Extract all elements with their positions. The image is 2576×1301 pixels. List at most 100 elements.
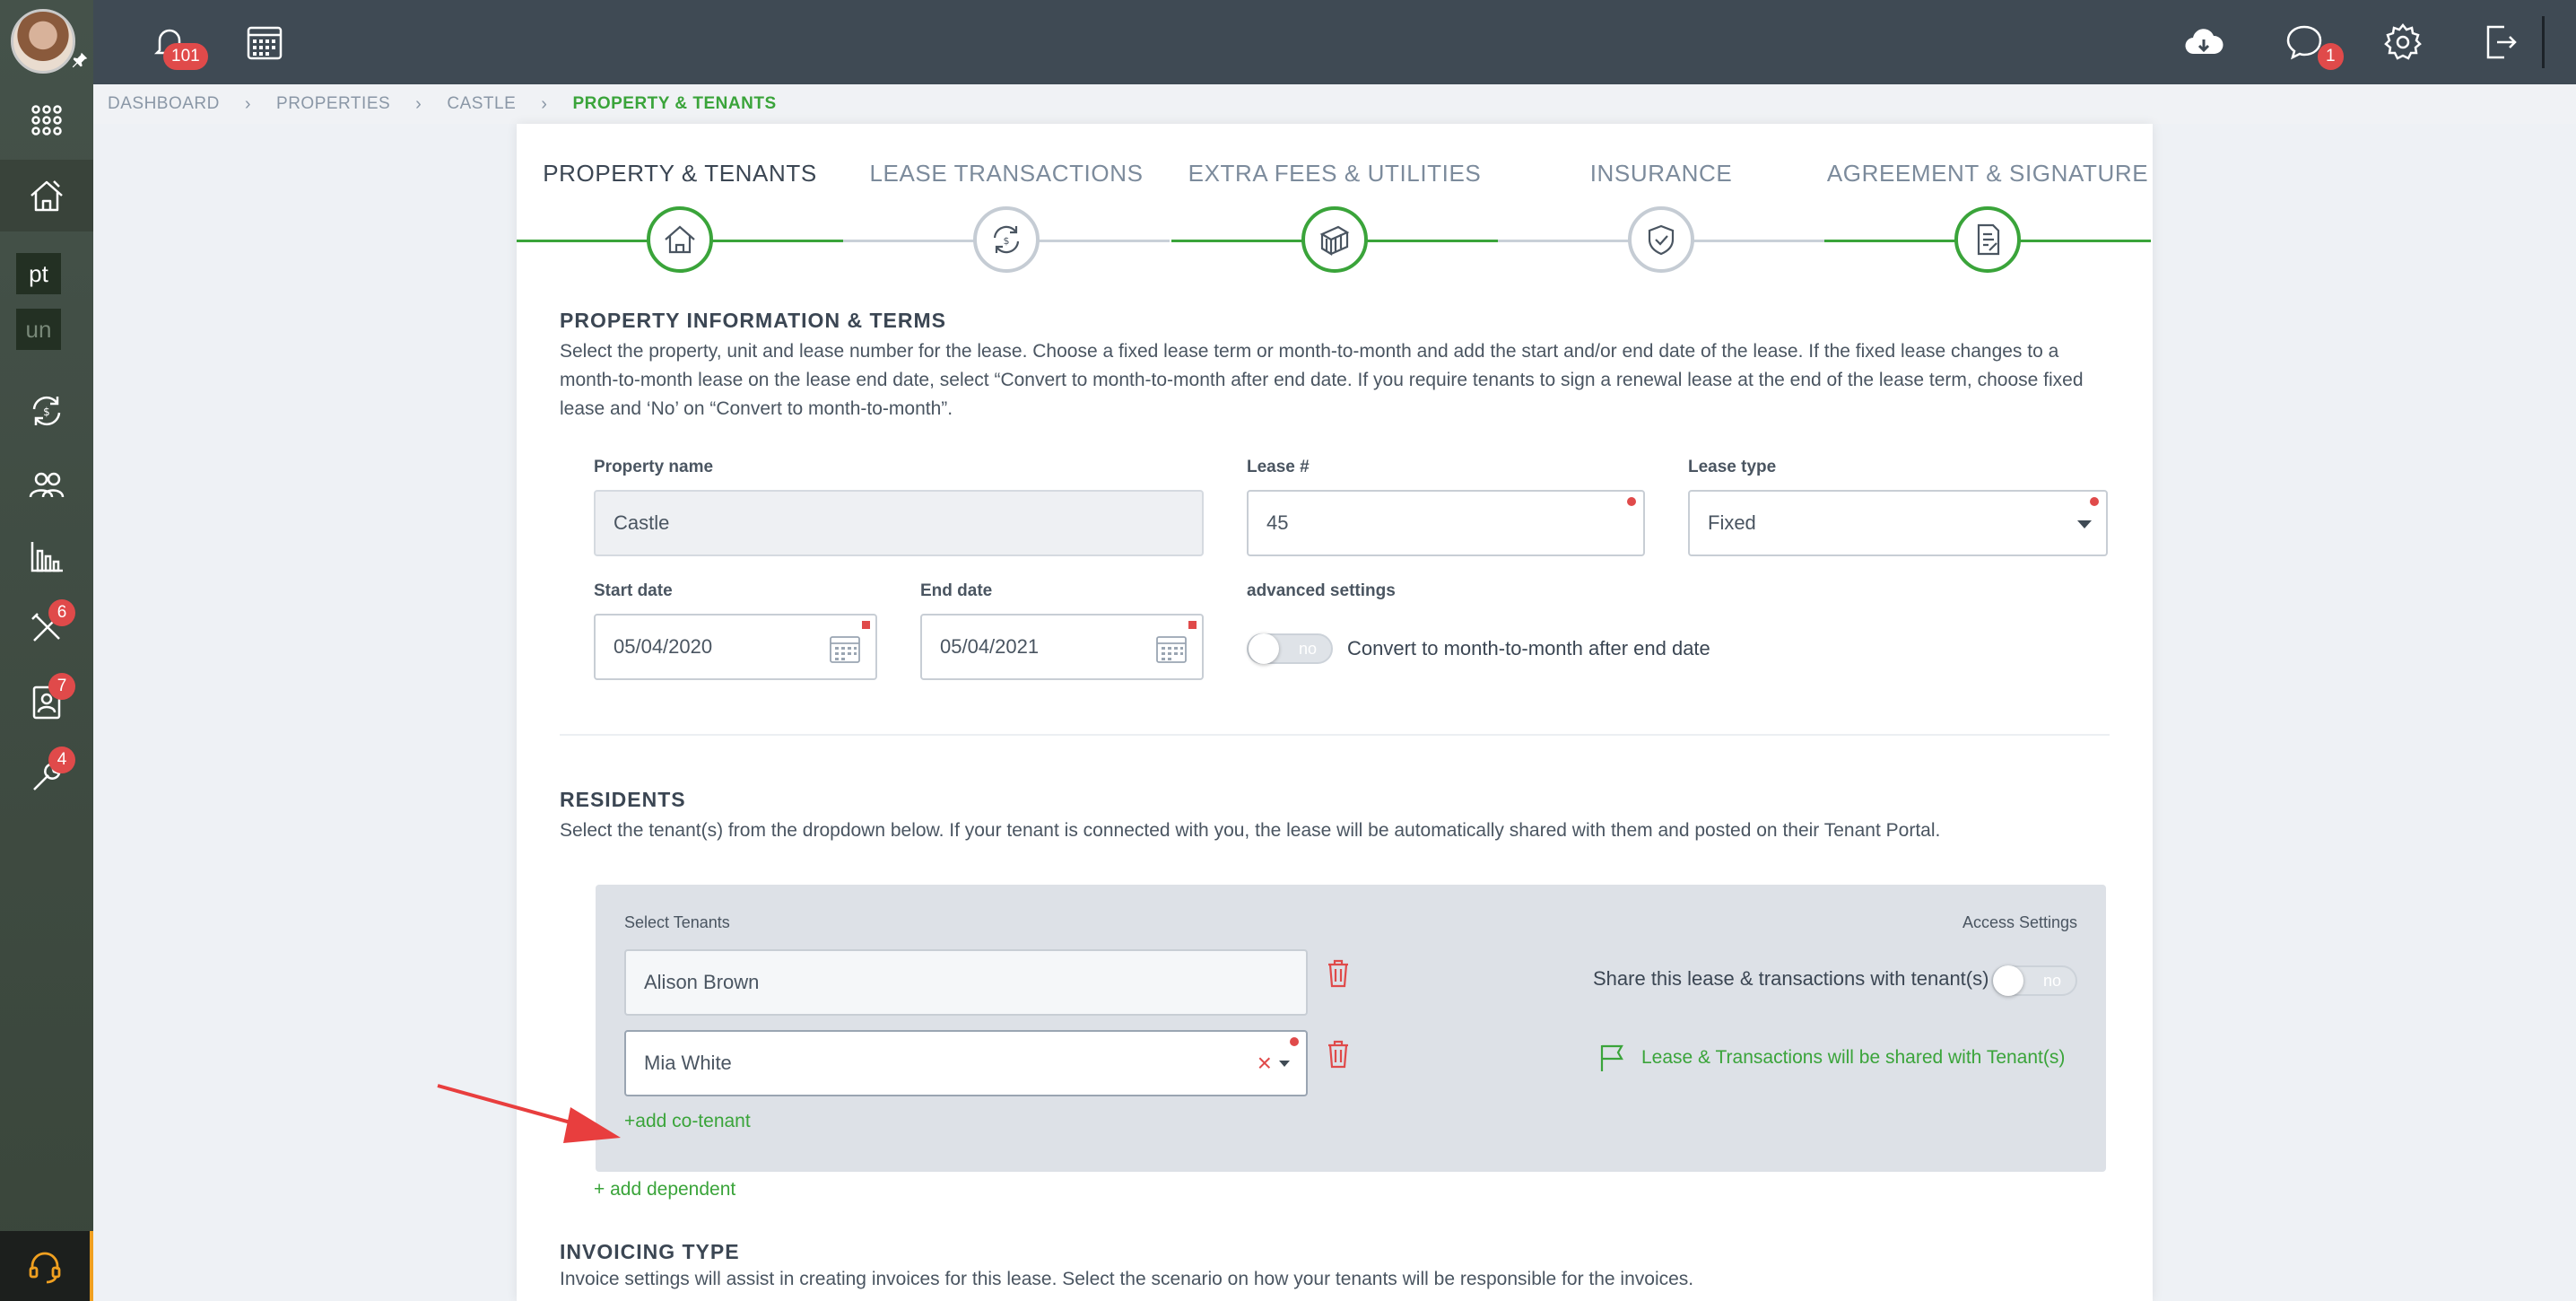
users-icon — [29, 472, 65, 498]
refresh-dollar-icon: $ — [32, 396, 61, 426]
notifications-badge: 101 — [163, 43, 208, 70]
sidebar-item-reports[interactable] — [0, 520, 93, 592]
shield-check-icon — [1648, 224, 1675, 256]
step-extra-fees[interactable]: EXTRA FEES & UTILITIES — [1171, 160, 1498, 276]
user-avatar[interactable] — [11, 9, 75, 74]
convert-month-to-month-toggle[interactable]: no — [1247, 633, 1333, 664]
logout-icon — [2486, 25, 2517, 59]
step-circle — [1954, 206, 2021, 273]
calendar-icon — [247, 26, 283, 60]
step-circle — [1301, 206, 1368, 273]
clear-icon[interactable]: × — [1258, 1050, 1272, 1077]
contacts-badge: 7 — [48, 673, 75, 700]
share-lease-toggle[interactable]: no — [1991, 965, 2077, 996]
step-circle — [647, 206, 713, 273]
support-button[interactable] — [0, 1231, 93, 1301]
start-date-label: Start date — [594, 581, 673, 600]
sidebar-item-tenants[interactable] — [0, 449, 93, 520]
document-sign-icon — [1977, 223, 2000, 256]
property-name-field: Castle — [594, 490, 1204, 556]
step-insurance[interactable]: INSURANCE — [1498, 160, 1824, 276]
sidebar-item-contacts[interactable]: 7 — [0, 666, 93, 738]
required-indicator — [1627, 497, 1636, 506]
chevron-right-icon: › — [415, 93, 422, 114]
grid-dots-icon — [31, 105, 62, 135]
breadcrumb-current: PROPERTY & TENANTS — [572, 94, 777, 113]
lease-number-label: Lease # — [1247, 458, 1310, 476]
calendar-icon[interactable] — [829, 633, 861, 664]
trash-icon[interactable] — [1326, 1039, 1351, 1070]
required-indicator — [1188, 621, 1197, 629]
add-dependent-link[interactable]: + add dependent — [594, 1179, 735, 1201]
logout-button[interactable] — [2476, 18, 2524, 66]
money-stack-icon — [1319, 225, 1350, 256]
step-label: AGREEMENT & SIGNATURE — [1826, 160, 2149, 187]
end-date-value: 05/04/2021 — [940, 635, 1040, 658]
residents-section-title: RESIDENTS — [560, 788, 686, 811]
lease-number-input[interactable]: 45 — [1247, 490, 1645, 556]
tenants-panel: Select Tenants Access Settings Alison Br… — [596, 885, 2106, 1172]
sidebar-chip-un[interactable]: un — [16, 309, 61, 350]
tools-badge: 6 — [48, 599, 75, 626]
messages-badge: 1 — [2318, 43, 2344, 70]
section-divider — [560, 734, 2110, 736]
flag-icon — [1600, 1044, 1623, 1071]
toggle-state: no — [2042, 972, 2061, 990]
step-label: PROPERTY & TENANTS — [543, 160, 817, 187]
toggle-state: no — [1298, 640, 1317, 658]
sidebar-item-transactions[interactable]: $ — [0, 375, 93, 447]
tenant-2-value: Mia White — [644, 1052, 732, 1074]
cloud-download-icon — [2185, 29, 2224, 55]
sidebar-chip-pt[interactable]: pt — [16, 253, 61, 294]
advanced-settings-label: advanced settings — [1247, 581, 1396, 600]
step-circle — [1628, 206, 1694, 273]
step-label: LEASE TRANSACTIONS — [869, 160, 1144, 187]
chevron-right-icon: › — [541, 93, 548, 114]
shared-note-text: Lease & Transactions will be shared with… — [1641, 1047, 2066, 1068]
lease-type-value: Fixed — [1708, 511, 1756, 534]
step-label: EXTRA FEES & UTILITIES — [1188, 160, 1482, 187]
maintenance-badge: 4 — [48, 747, 75, 773]
step-circle: $ — [973, 206, 1040, 273]
property-name-label: Property name — [594, 458, 714, 476]
lease-type-select[interactable]: Fixed — [1688, 490, 2108, 556]
sidebar-item-properties[interactable] — [0, 160, 93, 231]
headset-icon — [29, 1252, 61, 1284]
download-button[interactable] — [2180, 18, 2228, 66]
invoicing-section-description: Invoice settings will assist in creating… — [560, 1269, 1694, 1289]
end-date-label: End date — [920, 581, 993, 600]
calendar-button[interactable] — [240, 18, 289, 66]
wizard-stepper: PROPERTY & TENANTS LEASE TRANSACTIONS $ … — [517, 160, 2153, 276]
settings-button[interactable] — [2379, 18, 2427, 66]
select-tenants-label: Select Tenants — [624, 913, 730, 931]
start-date-input[interactable]: 05/04/2020 — [594, 614, 877, 680]
breadcrumb-properties[interactable]: PROPERTIES — [276, 94, 390, 114]
required-indicator — [2090, 497, 2099, 506]
toggle-knob — [1249, 633, 1279, 664]
tenant-select-2[interactable]: Mia White × — [624, 1030, 1308, 1096]
chevron-down-icon — [2077, 520, 2092, 528]
sidebar-item-tools[interactable]: 6 — [0, 592, 93, 664]
step-lease-transactions[interactable]: LEASE TRANSACTIONS $ — [843, 160, 1170, 276]
trash-icon[interactable] — [1326, 958, 1351, 989]
sidebar-item-maintenance[interactable]: 4 — [0, 739, 93, 811]
gear-icon — [2384, 22, 2422, 60]
step-agreement[interactable]: AGREEMENT & SIGNATURE — [1824, 160, 2151, 276]
add-cotenant-link[interactable]: +add co-tenant — [624, 1111, 751, 1132]
chevron-down-icon — [1279, 1061, 1290, 1067]
top-bar: 101 1 — [93, 0, 2576, 84]
step-property-tenants[interactable]: PROPERTY & TENANTS — [517, 160, 843, 276]
calendar-icon[interactable] — [1155, 633, 1188, 664]
sidebar-item-apps[interactable] — [0, 84, 93, 156]
pin-icon[interactable] — [68, 50, 91, 74]
chevron-right-icon: › — [244, 93, 252, 114]
svg-text:$: $ — [1004, 235, 1010, 247]
tenant-field-1[interactable]: Alison Brown — [624, 949, 1308, 1016]
step-label: INSURANCE — [1589, 160, 1733, 187]
annotation-arrow-icon — [437, 1084, 621, 1143]
breadcrumb-castle[interactable]: CASTLE — [447, 94, 516, 114]
breadcrumb: DASHBOARD › PROPERTIES › CASTLE › PROPER… — [93, 84, 2576, 124]
breadcrumb-dashboard[interactable]: DASHBOARD — [108, 94, 220, 114]
end-date-input[interactable]: 05/04/2021 — [920, 614, 1204, 680]
start-date-value: 05/04/2020 — [614, 635, 713, 658]
